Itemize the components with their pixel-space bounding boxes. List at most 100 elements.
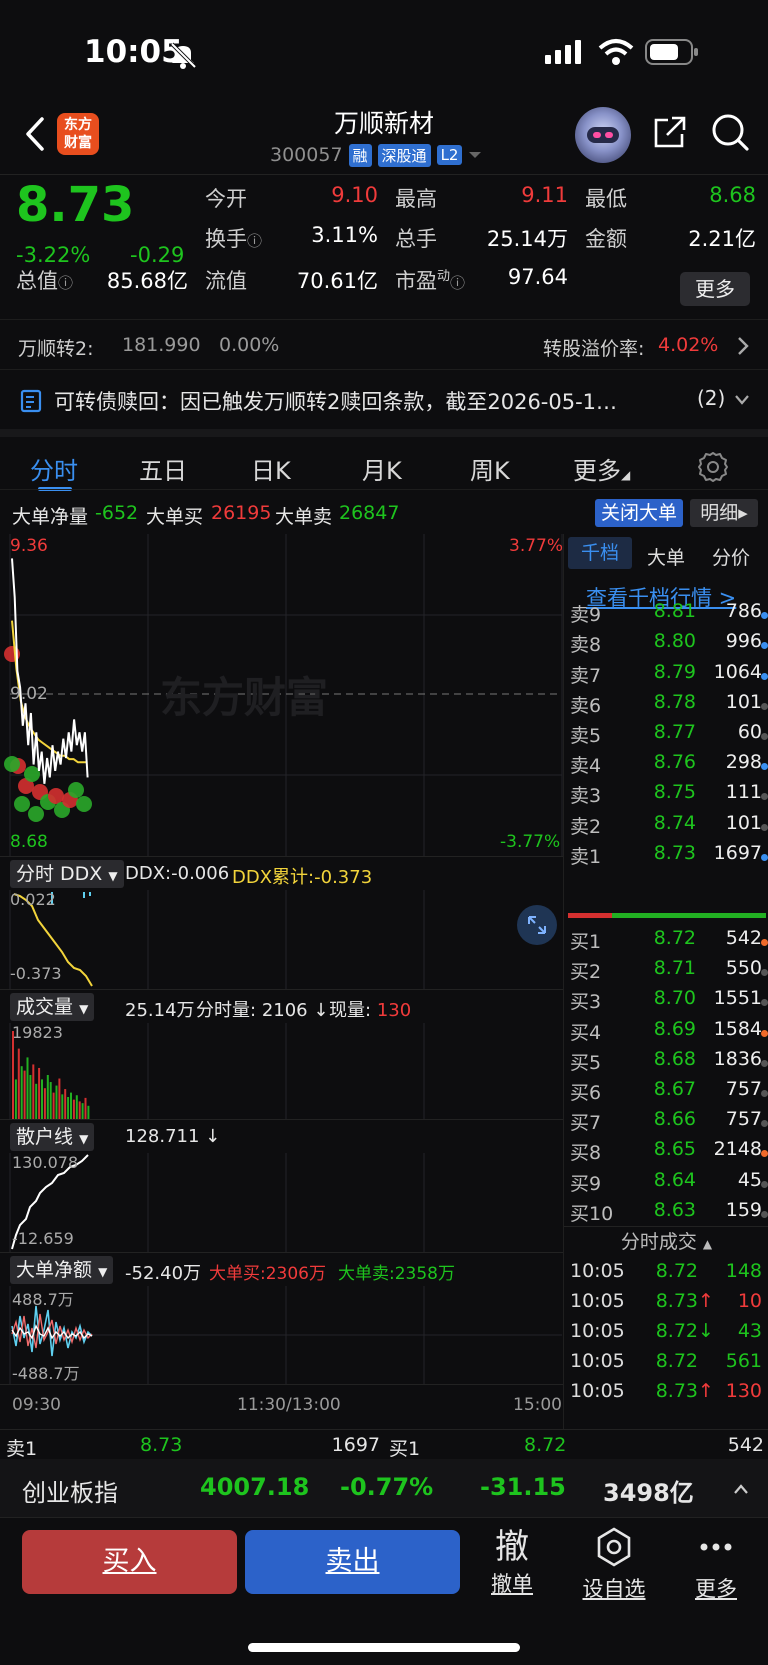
volume-bar bbox=[38, 1067, 41, 1119]
ask-row[interactable]: 卖5 8.77 60 bbox=[564, 721, 768, 753]
volume-selector[interactable]: 成交量 ▼ bbox=[10, 993, 95, 1021]
tab-intraday[interactable]: 分时 bbox=[30, 451, 78, 486]
volume-bar bbox=[35, 1083, 38, 1119]
ask-flag-dot bbox=[761, 702, 768, 710]
chevron-right-icon bbox=[738, 337, 749, 355]
tab-thousand-levels[interactable]: 千档 bbox=[568, 537, 632, 569]
price-panel[interactable]: 东方财富 9.36 3.77% 9.02 8.68 -3.77% bbox=[0, 534, 563, 856]
ask-row[interactable]: 卖2 8.74 101 bbox=[564, 812, 768, 844]
mcap-value: 85.68亿 bbox=[106, 269, 188, 293]
cancel-order-button[interactable]: 撤 撤单 bbox=[472, 1526, 552, 1598]
add-watchlist-button[interactable]: 设自选 bbox=[574, 1526, 654, 1603]
ddx-selector[interactable]: 分时 DDX ▼ bbox=[10, 860, 124, 888]
tab-daily-k[interactable]: 日K bbox=[251, 451, 291, 486]
ask-row[interactable]: 卖8 8.80 996 bbox=[564, 630, 768, 662]
stock-subtitle[interactable]: 300057 融 深股通 L2 bbox=[270, 142, 482, 168]
volume-panel[interactable]: 19823 bbox=[0, 1023, 563, 1119]
gear-icon[interactable] bbox=[697, 451, 729, 483]
tab-big-orders[interactable]: 大单 bbox=[647, 543, 685, 570]
more-actions-button[interactable]: 更多 bbox=[676, 1526, 756, 1603]
time-mid: 11:30/13:00 bbox=[237, 1395, 341, 1415]
bid-row[interactable]: 买3 8.70 1551 bbox=[564, 987, 768, 1019]
bid-level: 买2 bbox=[570, 961, 602, 984]
pe-label[interactable]: 市盈动ⓘ bbox=[395, 265, 465, 295]
bid-row[interactable]: 买7 8.66 757 bbox=[564, 1108, 768, 1140]
search-icon[interactable] bbox=[710, 112, 750, 152]
share-icon[interactable] bbox=[652, 114, 688, 150]
index-ticker[interactable]: 创业板指 4007.18 -0.77% -31.15 3498亿 bbox=[0, 1459, 768, 1517]
cb-price: 181.990 bbox=[122, 334, 201, 356]
bid-flag-dot bbox=[761, 1090, 768, 1097]
volume-bar bbox=[14, 1079, 17, 1119]
volume-bar bbox=[58, 1078, 61, 1119]
bid-row[interactable]: 买5 8.68 1836 bbox=[564, 1048, 768, 1080]
chevron-up-icon bbox=[734, 1484, 748, 1494]
notice-bar[interactable]: 可转债赎回：因已触发万顺转2赎回条款，截至2026-05-1… (2) bbox=[0, 369, 768, 429]
quote-more-button[interactable]: 更多 bbox=[680, 272, 750, 306]
bid-row[interactable]: 买4 8.69 1584 bbox=[564, 1018, 768, 1050]
ask-flag-dot bbox=[761, 853, 768, 861]
ask-row[interactable]: 卖7 8.79 1064 bbox=[564, 661, 768, 693]
stock-code: 300057 bbox=[270, 144, 343, 166]
bid-level: 买10 bbox=[570, 1202, 614, 1225]
ask-level: 卖2 bbox=[570, 815, 602, 838]
signal-icon bbox=[545, 40, 581, 64]
amount-label: 金额 bbox=[585, 227, 627, 251]
bignet-panel[interactable]: 488.7万 -488.7万 bbox=[0, 1286, 563, 1384]
retail-panel[interactable]: 130.078 -12.659 bbox=[0, 1153, 563, 1252]
volume-bar bbox=[23, 1070, 26, 1119]
book-ratio-bar bbox=[568, 913, 766, 918]
ddx-panel[interactable]: 0.022 -0.373 bbox=[0, 890, 563, 989]
volume-bar bbox=[64, 1089, 67, 1119]
ask-row[interactable]: 卖3 8.75 111 bbox=[564, 781, 768, 813]
bid-level: 买4 bbox=[570, 1021, 602, 1044]
wifi-icon bbox=[598, 39, 634, 65]
tab-weekly-k[interactable]: 周K bbox=[470, 451, 510, 486]
convertible-row[interactable]: 万顺转2: 181.990 0.00% 转股溢价率: 4.02% bbox=[0, 319, 768, 369]
close-big-order-button[interactable]: 关闭大单 bbox=[595, 499, 683, 527]
mcap-label[interactable]: 总值ⓘ bbox=[16, 265, 73, 295]
bid-row[interactable]: 买9 8.64 45 bbox=[564, 1169, 768, 1201]
axis-top-pct: 3.77% bbox=[509, 536, 564, 556]
tab-price-split[interactable]: 分价 bbox=[712, 543, 750, 570]
ask-row[interactable]: 卖6 8.78 101 bbox=[564, 691, 768, 723]
best-quote-bar: 卖1 8.73 1697 买1 8.72 542 bbox=[0, 1429, 768, 1460]
signal-marker bbox=[68, 782, 84, 798]
volume-bar bbox=[81, 1103, 84, 1119]
signal-marker bbox=[14, 796, 30, 812]
bid-row[interactable]: 买8 8.65 2148 bbox=[564, 1138, 768, 1170]
time-start: 09:30 bbox=[12, 1395, 61, 1415]
volume-value: 25.14万 bbox=[486, 227, 568, 251]
buy-button[interactable]: 买入 bbox=[22, 1530, 237, 1594]
tab-5day[interactable]: 五日 bbox=[139, 451, 187, 486]
trade-price: 8.72 bbox=[655, 1260, 698, 1282]
ask-row[interactable]: 卖1 8.73 1697 bbox=[564, 842, 768, 874]
ask-volume: 101 bbox=[725, 811, 762, 834]
ask-row[interactable]: 卖9 8.81 786 bbox=[564, 600, 768, 632]
bid-flag-dot bbox=[761, 1180, 768, 1188]
trade-time: 10:05 bbox=[570, 1350, 625, 1372]
ask-level: 卖9 bbox=[570, 604, 602, 627]
expand-chart-button[interactable] bbox=[517, 905, 557, 945]
bid-row[interactable]: 买1 8.72 542 bbox=[564, 927, 768, 959]
ask-row[interactable]: 卖4 8.76 298 bbox=[564, 751, 768, 783]
turnover-label[interactable]: 换手ⓘ bbox=[205, 223, 262, 253]
bid-price: 8.72 bbox=[653, 927, 696, 949]
signal-marker bbox=[24, 766, 40, 782]
trades-header[interactable]: 分时成交 ▲ bbox=[564, 1226, 768, 1254]
cb-premium-label: 转股溢价率: bbox=[543, 338, 645, 360]
tab-more[interactable]: 更多◢ bbox=[573, 451, 630, 486]
ask-flag-dot bbox=[761, 642, 768, 650]
sell-button[interactable]: 卖出 bbox=[245, 1530, 460, 1594]
bignet-selector[interactable]: 大单净额 ▼ bbox=[10, 1256, 114, 1284]
trade-row: 10:05 8.72 ↓ 43 bbox=[564, 1317, 768, 1347]
tab-monthly-k[interactable]: 月K bbox=[362, 451, 402, 486]
bid-level: 买1 bbox=[570, 931, 602, 953]
bid-row[interactable]: 买2 8.71 550 bbox=[564, 957, 768, 989]
volume-bar bbox=[75, 1095, 78, 1119]
detail-button[interactable]: 明细▸ bbox=[690, 499, 758, 527]
bid-row[interactable]: 买6 8.67 757 bbox=[564, 1078, 768, 1110]
assistant-avatar-icon[interactable] bbox=[575, 107, 631, 163]
retail-selector[interactable]: 散户线 ▼ bbox=[10, 1123, 95, 1151]
order-book: 千档 大单 分价 查看千档行情 > 卖9 8.81 786 卖8 8.80 996 卖7 8.… bbox=[563, 534, 768, 1429]
